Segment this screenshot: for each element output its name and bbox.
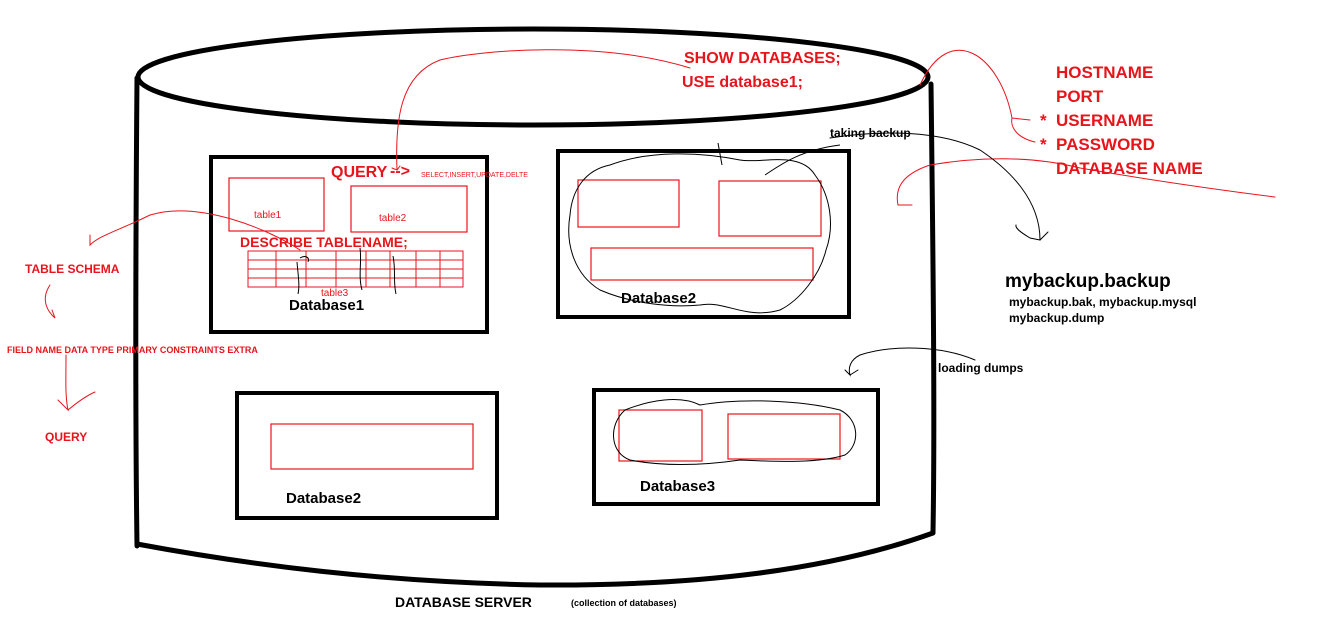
show-databases-command: SHOW DATABASES; — [684, 50, 841, 67]
database2-bottom-box — [235, 391, 499, 520]
param-password: PASSWORD — [1056, 135, 1155, 154]
database2-bottom-label: Database2 — [286, 490, 362, 507]
backup-alt-extensions: mybackup.bak, mybackup.mysql — [1009, 295, 1197, 309]
backup-annotations — [829, 132, 1049, 377]
table1-label: table1 — [254, 210, 282, 221]
param-username: USERNAME — [1056, 111, 1154, 130]
diagram-canvas — [44, 26, 1276, 588]
database2-top-box — [556, 142, 851, 319]
use-database-command: USE database1; — [682, 74, 803, 91]
database3-box — [592, 388, 880, 506]
param-password-star: * — [1040, 135, 1047, 154]
loading-dumps-label: loading dumps — [938, 361, 1024, 375]
table2-rect — [350, 185, 468, 233]
cylinder-top-ellipse — [135, 26, 931, 128]
describe-command: DESCRIBE TABLENAME; — [240, 234, 408, 250]
server-subtitle: (collection of databases) — [571, 598, 677, 608]
query-operations: SELECT,INSERT,UPDATE,DELTE — [421, 172, 528, 179]
param-username-star: * — [1040, 111, 1047, 130]
param-hostname: HOSTNAME — [1056, 63, 1154, 82]
backup-dump-extension: mybackup.dump — [1009, 311, 1105, 325]
connection-brace — [919, 49, 1036, 143]
database3-label: Database3 — [640, 478, 716, 495]
server-title: DATABASE SERVER — [395, 594, 532, 610]
schema-fields-label: FIELD NAME DATA TYPE PRIMARY CONSTRAINTS… — [7, 345, 258, 355]
taking-backup-label: taking backup — [830, 126, 911, 140]
schema-arrow-2 — [57, 354, 96, 412]
query-label: QUERY — [331, 164, 388, 181]
cylinder-left-side — [133, 75, 140, 549]
param-port: PORT — [1056, 87, 1104, 106]
database3-scribble — [613, 399, 857, 465]
table3-grid — [247, 250, 464, 288]
param-database-name: DATABASE NAME — [1056, 159, 1203, 178]
database2-scribble — [568, 153, 831, 314]
query-arrow: --> — [390, 163, 410, 180]
database2-top-label: Database2 — [621, 290, 697, 307]
server-cylinder — [133, 26, 937, 588]
database1-label: Database1 — [289, 297, 365, 314]
table-schema-label: TABLE SCHEMA — [25, 262, 120, 276]
schema-arrow-1 — [44, 284, 56, 319]
backup-filename: mybackup.backup — [1005, 271, 1171, 292]
cylinder-bottom-curve — [134, 530, 936, 588]
cylinder-right-side — [928, 81, 937, 535]
schema-query-label: QUERY — [45, 430, 88, 444]
table2-label: table2 — [379, 213, 407, 224]
